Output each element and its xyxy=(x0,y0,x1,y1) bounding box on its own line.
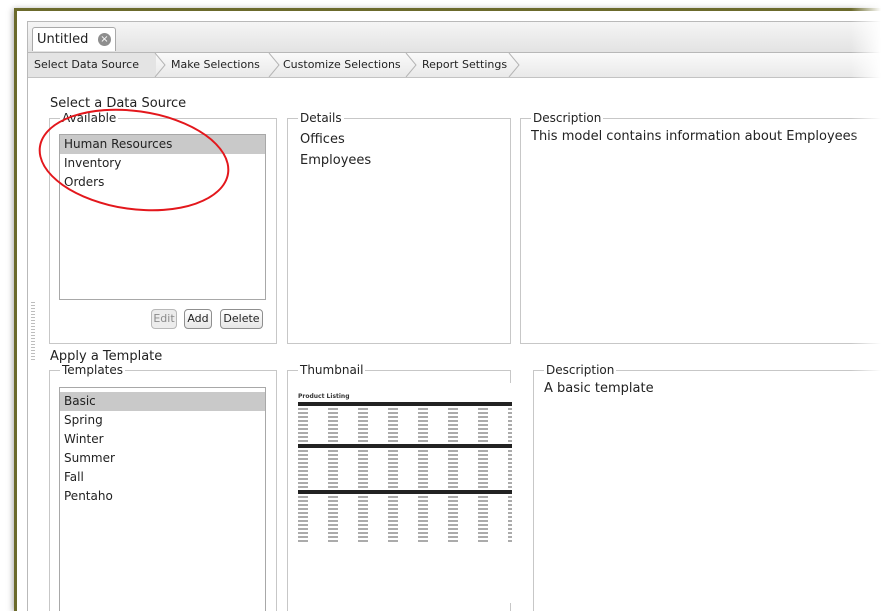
thumbnail-row xyxy=(298,500,512,502)
edit-button[interactable]: Edit xyxy=(151,309,177,329)
close-circle-icon[interactable]: × xyxy=(98,33,111,46)
thumbnail-table-header xyxy=(298,444,512,448)
step-make-selections[interactable]: Make Selections xyxy=(171,53,260,77)
list-item-spring[interactable]: Spring xyxy=(60,411,265,430)
step-separator xyxy=(405,53,417,77)
template-description-group: Description A basic template xyxy=(533,363,881,611)
thumbnail-row xyxy=(298,540,512,542)
available-group: Available Human Resources Inventory Orde… xyxy=(49,111,277,344)
details-item-employees: Employees xyxy=(300,153,372,168)
templates-listbox[interactable]: Basic Spring Winter Summer Fall Pentaho xyxy=(59,387,266,611)
available-legend: Available xyxy=(60,111,119,125)
list-item-winter[interactable]: Winter xyxy=(60,430,265,449)
step-label: Make Selections xyxy=(171,58,260,71)
window-frame: Untitled × Select Data Source Make Selec… xyxy=(14,8,881,611)
list-item-summer[interactable]: Summer xyxy=(60,449,265,468)
list-item-orders[interactable]: Orders xyxy=(60,173,265,192)
thumbnail-row xyxy=(298,470,512,472)
list-item-human-resources[interactable]: Human Resources xyxy=(60,135,265,154)
thumbnail-group: Thumbnail Product Listing xyxy=(287,363,512,611)
step-label: Report Settings xyxy=(422,58,508,71)
templates-legend: Templates xyxy=(60,363,126,377)
template-description-legend: Description xyxy=(544,363,617,377)
step-select-data-source[interactable]: Select Data Source xyxy=(28,53,156,77)
thumbnail-row xyxy=(298,440,512,442)
thumbnail-legend: Thumbnail xyxy=(298,363,366,377)
step-separator xyxy=(268,53,280,77)
step-separator xyxy=(154,53,166,77)
thumbnail-row xyxy=(298,486,512,488)
thumbnail-row xyxy=(298,524,512,526)
list-item-inventory[interactable]: Inventory xyxy=(60,154,265,173)
data-source-section-title: Select a Data Source xyxy=(50,96,187,111)
step-report-settings[interactable]: Report Settings xyxy=(422,53,507,77)
thumbnail-row xyxy=(298,420,512,422)
thumbnail-row xyxy=(298,408,512,410)
thumbnail-row xyxy=(298,528,512,530)
thumbnail-row xyxy=(298,424,512,426)
thumbnail-row xyxy=(298,432,512,434)
step-customize-selections[interactable]: Customize Selections xyxy=(283,53,401,77)
document-tab[interactable]: Untitled × xyxy=(32,27,116,51)
thumbnail-table-header xyxy=(298,490,512,494)
template-section-title: Apply a Template xyxy=(50,349,163,364)
document-tab-bar: Untitled × xyxy=(28,22,881,53)
thumbnail-row xyxy=(298,532,512,534)
thumbnail-row xyxy=(298,466,512,468)
thumbnail-row xyxy=(298,458,512,460)
thumbnail-row xyxy=(298,512,512,514)
details-group: Details Offices Employees xyxy=(287,111,511,344)
splitter-handle[interactable] xyxy=(31,302,35,362)
thumbnail-table-header xyxy=(298,402,512,406)
thumbnail-row xyxy=(298,450,512,452)
thumbnail-row xyxy=(298,474,512,476)
available-listbox[interactable]: Human Resources Inventory Orders xyxy=(59,134,266,300)
thumbnail-row xyxy=(298,508,512,510)
thumbnail-row xyxy=(298,462,512,464)
details-legend: Details xyxy=(298,111,344,125)
list-item-fall[interactable]: Fall xyxy=(60,468,265,487)
thumbnail-row xyxy=(298,496,512,498)
templates-group: Templates Basic Spring Winter Summer Fal… xyxy=(49,363,277,611)
thumbnail-preview: Product Listing xyxy=(298,383,512,603)
thumbnail-row xyxy=(298,454,512,456)
details-list: Offices Employees xyxy=(300,129,371,171)
list-item-pentaho[interactable]: Pentaho xyxy=(60,487,265,506)
data-source-description-group: Description This model contains informat… xyxy=(520,111,881,344)
description-legend: Description xyxy=(531,111,604,125)
thumbnail-row xyxy=(298,436,512,438)
thumbnail-row xyxy=(298,478,512,480)
data-source-description-text: This model contains information about Em… xyxy=(531,129,858,144)
details-item-offices: Offices xyxy=(300,132,345,147)
step-separator xyxy=(508,53,520,77)
thumbnail-row xyxy=(298,536,512,538)
thumbnail-row xyxy=(298,482,512,484)
thumbnail-report-title: Product Listing xyxy=(298,393,350,400)
add-button[interactable]: Add xyxy=(184,309,212,329)
delete-button[interactable]: Delete xyxy=(220,309,263,329)
thumbnail-row xyxy=(298,412,512,414)
template-description-text: A basic template xyxy=(544,381,654,396)
thumbnail-row xyxy=(298,504,512,506)
list-item-basic[interactable]: Basic xyxy=(60,392,265,411)
thumbnail-row xyxy=(298,520,512,522)
report-wizard: Untitled × Select Data Source Make Selec… xyxy=(27,21,881,611)
wizard-steps: Select Data Source Make Selections Custo… xyxy=(28,53,881,78)
document-tab-title: Untitled xyxy=(37,32,89,47)
step-label: Customize Selections xyxy=(283,58,401,71)
step-label: Select Data Source xyxy=(34,58,139,71)
thumbnail-row xyxy=(298,516,512,518)
thumbnail-row xyxy=(298,428,512,430)
thumbnail-row xyxy=(298,416,512,418)
